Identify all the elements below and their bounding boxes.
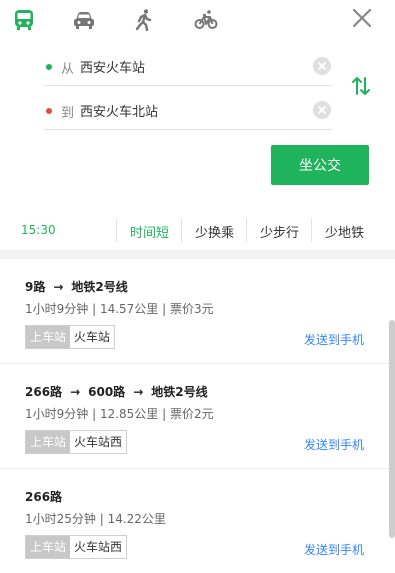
route-meta: 1小时9分钟 | 12.85公里 | 票价2元	[25, 407, 214, 421]
origin-dot	[46, 64, 52, 70]
route-item[interactable]: 266路 → 600路 → 地铁2号线 1小时9分钟 | 12.85公里 | 票价2元 …	[0, 364, 395, 469]
arrow-right-icon: →	[133, 385, 144, 399]
send-to-phone-link[interactable]: 发送到手机	[304, 541, 364, 558]
route-title: 266路 → 600路 → 地铁2号线	[25, 383, 208, 400]
boarding-stop-label: 上车站	[26, 326, 71, 348]
travel-mode-bar	[0, 0, 395, 40]
boarding-stop-name: 火车站西	[70, 536, 127, 558]
destination-field: 到	[44, 91, 332, 130]
send-to-phone-link[interactable]: 发送到手机	[304, 331, 364, 348]
walk-icon[interactable]	[131, 7, 157, 33]
take-bus-button[interactable]: 坐公交	[271, 145, 369, 185]
route-segment: 9路	[25, 280, 46, 294]
departure-time[interactable]: 15:30	[21, 223, 56, 237]
route-item[interactable]: 266路 1小时25分钟 | 14.22公里 上车站 火车站西 发送到手机	[0, 469, 395, 573]
boarding-stop-label: 上车站	[26, 536, 71, 558]
route-meta: 1小时9分钟 | 14.57公里 | 票价3元	[25, 302, 214, 316]
swap-icon[interactable]	[350, 74, 372, 98]
tab-divider	[116, 218, 117, 242]
destination-prefix: 到	[61, 106, 75, 121]
tab-fewer-transfers[interactable]: 少换乘	[195, 222, 234, 241]
destination-dot	[46, 108, 52, 114]
origin-input[interactable]	[80, 55, 300, 77]
boarding-stop-name: 火车站	[70, 326, 115, 348]
origin-field: 从	[44, 47, 332, 86]
bus-icon[interactable]	[11, 7, 37, 33]
tab-divider	[246, 218, 247, 242]
section-divider	[0, 250, 395, 259]
arrow-right-icon: →	[70, 385, 81, 399]
route-segment: 地铁2号线	[151, 385, 208, 399]
clear-origin-icon[interactable]	[313, 57, 331, 75]
boarding-stop: 上车站 火车站	[25, 325, 116, 349]
boarding-stop-label: 上车站	[26, 431, 71, 453]
car-icon[interactable]	[71, 7, 97, 33]
scrollbar[interactable]	[389, 320, 395, 538]
destination-input[interactable]	[80, 99, 300, 121]
clear-destination-icon[interactable]	[313, 101, 331, 119]
boarding-stop-name: 火车站西	[70, 431, 127, 453]
tab-less-subway[interactable]: 少地铁	[325, 222, 364, 241]
boarding-stop: 上车站 火车站西	[25, 430, 128, 454]
send-to-phone-link[interactable]: 发送到手机	[304, 436, 364, 453]
tab-divider	[311, 218, 312, 242]
origin-prefix: 从	[61, 62, 75, 77]
route-filter-bar: 15:30 时间短 少换乘 少步行 少地铁	[0, 212, 395, 248]
route-segment: 地铁2号线	[71, 280, 128, 294]
route-title: 9路 → 地铁2号线	[25, 278, 128, 295]
arrow-right-icon: →	[53, 280, 64, 294]
route-list: 9路 → 地铁2号线 1小时9分钟 | 14.57公里 | 票价3元 上车站 火车站…	[0, 259, 395, 573]
route-segment: 266路	[25, 385, 63, 399]
route-item[interactable]: 9路 → 地铁2号线 1小时9分钟 | 14.57公里 | 票价3元 上车站 火车站…	[0, 259, 395, 364]
route-segment: 600路	[88, 385, 126, 399]
route-meta: 1小时25分钟 | 14.22公里	[25, 512, 166, 526]
tab-less-walking[interactable]: 少步行	[260, 222, 299, 241]
route-segment: 266路	[25, 490, 63, 504]
bike-icon[interactable]	[193, 7, 219, 33]
route-title: 266路	[25, 488, 62, 505]
tab-shortest-time[interactable]: 时间短	[130, 222, 169, 241]
boarding-stop: 上车站 火车站西	[25, 535, 128, 559]
tab-divider	[181, 218, 182, 242]
close-icon[interactable]	[350, 6, 374, 30]
